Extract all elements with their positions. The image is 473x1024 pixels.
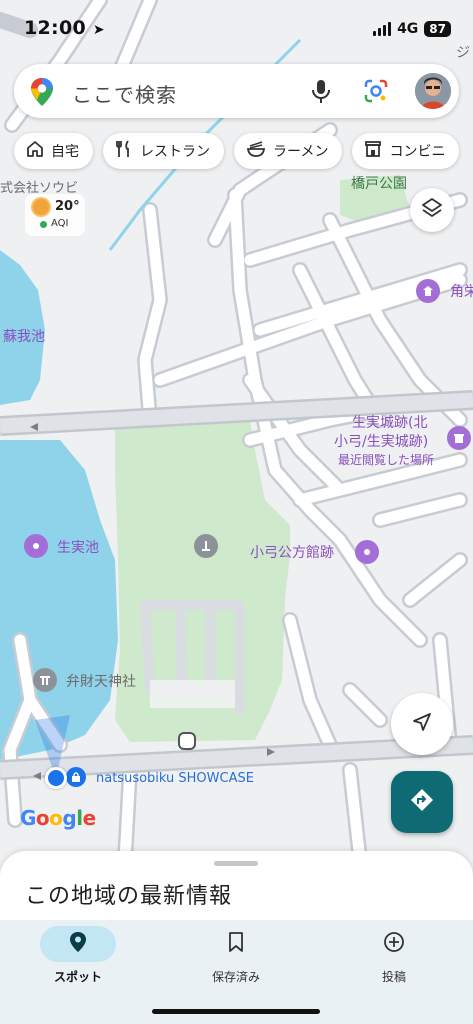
nav-contribute-label: 投稿 [381,970,406,984]
nav-explore-label: スポット [53,970,102,984]
castle-label-line1[interactable]: 生実城跡(北 [352,412,427,432]
chip-ramen[interactable]: ラーメン [234,133,343,169]
aqi-status-dot [40,221,47,228]
historic-site-icon[interactable] [447,426,471,450]
nav-contribute[interactable]: 投稿 [334,926,454,996]
oyumi-kukan-label[interactable]: 小弓公方館跡 [250,542,334,562]
chip-home[interactable]: 自宅 [14,133,93,169]
maps-pin-icon [30,77,54,111]
sheet-title: この地域の最新情報 [25,884,233,909]
monument-icon[interactable] [194,534,218,558]
chip-ramen-label: ラーメン [273,144,329,160]
chip-convenience[interactable]: コンビニ [352,133,460,169]
pond-soga-label[interactable]: 蘇我池 [3,326,45,346]
directions-button[interactable] [391,771,453,833]
layers-button[interactable] [410,188,454,232]
layers-icon [421,197,443,223]
bookmark-icon [227,931,245,957]
bus-stop-icon[interactable] [178,732,196,750]
search-bar[interactable]: ここで検索 [14,64,459,118]
microphone-icon[interactable] [310,78,332,108]
nav-saved-pill [198,926,274,962]
benzaiten-label[interactable]: 弁財天神社 [66,671,136,691]
nav-contribute-pill [356,926,432,962]
recently-viewed-label: 最近閲覧した場所 [338,453,435,467]
battery-icon: 87 [424,21,451,37]
temple-icon[interactable] [416,279,440,303]
ramen-icon [246,140,266,162]
signal-icon [373,22,392,36]
current-location-dot [45,767,67,789]
google-lens-icon[interactable] [363,78,389,108]
weather-temperature: 20° [55,199,80,214]
lock-icon[interactable] [66,767,86,787]
showcase-label[interactable]: natsusobiku SHOWCASE [96,771,254,786]
chip-home-label: 自宅 [51,144,79,160]
profile-avatar[interactable] [415,73,451,109]
search-input[interactable]: ここで検索 [72,79,177,108]
nav-saved[interactable]: 保存済み [176,926,296,996]
google-logo: Google [20,806,96,830]
navigation-arrow-icon [411,711,433,737]
oyumi-kukan-icon[interactable] [355,540,379,564]
category-chips: 自宅 レストラン ラーメン コンビニ [14,133,460,169]
pond-oyumi-label[interactable]: 生実池 [57,537,99,557]
my-location-button[interactable] [391,693,453,755]
weather-widget[interactable]: 20° AQI [25,194,85,236]
restaurant-icon [115,140,133,162]
convenience-store-icon [364,140,382,162]
status-bar: 12:00 ➤ 4G 87 [0,0,473,56]
status-time: 12:00 ➤ [24,17,105,39]
chip-restaurant-label: レストラン [140,144,210,160]
sun-icon [33,199,49,215]
nav-explore-pill [40,926,116,962]
directions-icon [409,787,435,817]
sheet-drag-handle[interactable] [214,861,258,866]
bottom-sheet[interactable]: この地域の最新情報 [0,851,473,931]
nav-saved-label: 保存済み [211,970,260,984]
kakuei-label[interactable]: 角栄 [450,281,473,301]
location-pin-icon [68,931,88,957]
weather-aqi: AQI [51,218,69,229]
home-icon [26,140,44,162]
nav-explore[interactable]: スポット [18,926,138,996]
home-indicator[interactable] [152,1009,320,1014]
network-label: 4G [397,21,419,37]
chip-convenience-label: コンビニ [389,144,446,160]
park-hashido-label: 橋戸公園 [351,176,407,192]
shrine-icon[interactable] [33,668,57,692]
chip-restaurant[interactable]: レストラン [103,133,224,169]
location-arrow-icon: ➤ [92,22,105,38]
pond-attraction-icon[interactable] [24,534,48,558]
add-circle-icon [383,931,405,957]
castle-label-line2[interactable]: 小弓/生実城跡) [334,431,428,451]
